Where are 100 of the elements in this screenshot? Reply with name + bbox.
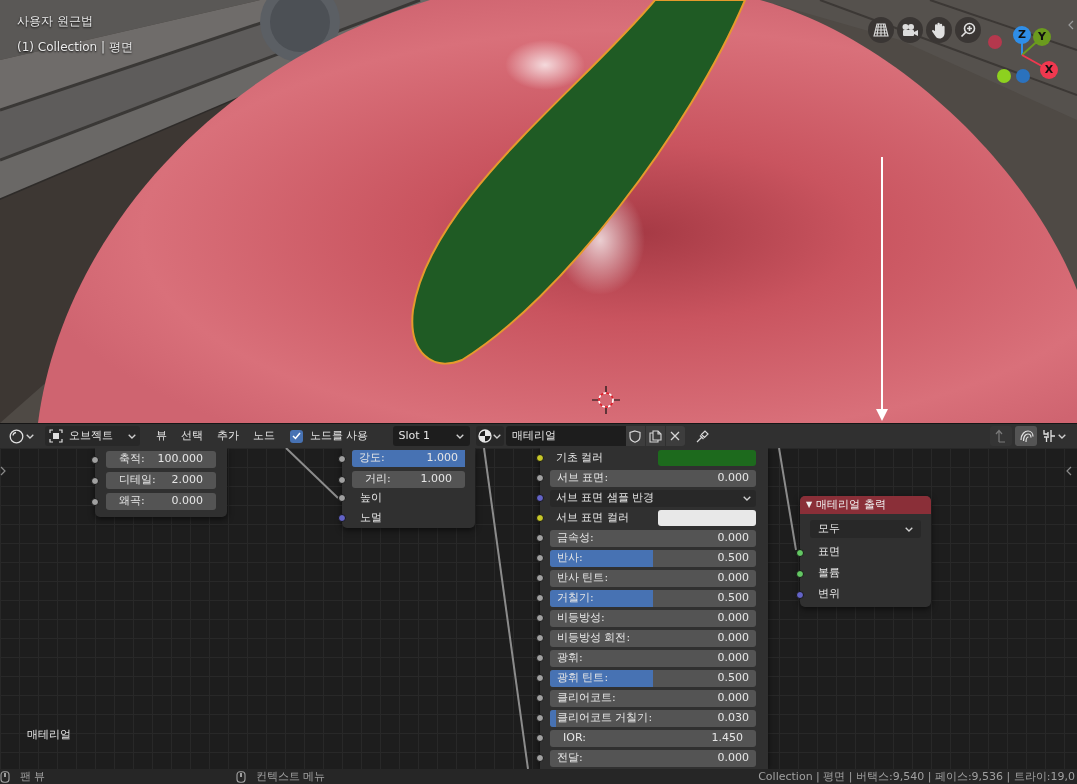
caret-icon — [493, 433, 501, 439]
field-label: 비등방성: — [557, 609, 605, 626]
socket-icon[interactable] — [338, 475, 346, 484]
socket-icon[interactable] — [91, 455, 99, 464]
dropdown[interactable]: 서브 표면 샘플 반경 — [550, 489, 756, 507]
view-name-label: 사용자 원근법 — [17, 13, 94, 30]
node-title: 매테리얼 출력 — [816, 496, 886, 513]
socket-icon[interactable] — [536, 454, 544, 462]
menu-item[interactable]: 뷰 — [149, 426, 174, 446]
menu-item[interactable]: 노드 — [246, 426, 282, 446]
factor-slider[interactable]: 전달: 0.000 — [550, 749, 756, 767]
caret-icon — [905, 526, 913, 532]
field-label: 반사: — [557, 549, 583, 566]
socket-icon[interactable] — [796, 569, 804, 578]
camera-icon — [901, 23, 919, 37]
factor-slider[interactable]: 거칠기: 0.500 — [550, 589, 756, 607]
socket-icon[interactable] — [536, 694, 544, 702]
mode-dropdown[interactable]: 오브젝트 — [45, 426, 140, 446]
socket-icon[interactable] — [536, 754, 544, 762]
field-value: 0.000 — [717, 649, 749, 666]
socket-icon[interactable] — [536, 534, 544, 542]
socket-icon[interactable] — [536, 574, 544, 582]
shaded-sphere-icon — [478, 429, 492, 443]
socket-label: 변위 — [817, 586, 840, 603]
field-label: 클리어코트: — [557, 689, 616, 706]
socket-icon[interactable] — [536, 674, 544, 682]
socket-icon[interactable] — [536, 514, 544, 522]
factor-slider[interactable]: 서브 표면: 0.000 — [550, 469, 756, 487]
caret-icon — [128, 433, 136, 439]
collapse-toggle[interactable]: ▼ — [806, 501, 813, 509]
socket-icon[interactable] — [91, 497, 99, 506]
socket-icon[interactable] — [338, 494, 346, 502]
number-field[interactable]: 축적: 100.000 — [106, 451, 216, 468]
menu-item[interactable]: 추가 — [210, 426, 246, 446]
number-field[interactable]: IOR: 1.450 — [550, 729, 756, 747]
field-value: 1.000 — [426, 450, 458, 467]
collection-label: (1) Collection | 평면 — [17, 39, 133, 56]
field-value: 2.000 — [171, 472, 203, 489]
factor-slider[interactable]: 클리어코트: 0.000 — [550, 689, 756, 707]
material-name-field[interactable]: 매테리얼 — [505, 426, 626, 446]
arrow-up-icon — [995, 429, 1007, 443]
scene-stats: Collection | 평면 | 버택스:9,540 | 페이스:9,536 | 트라이:19,0 — [758, 769, 1076, 784]
field-label: 광휘: — [557, 649, 583, 666]
caret-icon — [743, 495, 751, 501]
socket-icon[interactable] — [91, 476, 99, 485]
socket-icon[interactable] — [536, 474, 544, 482]
factor-slider[interactable]: 반사: 0.500 — [550, 549, 756, 567]
socket-label: 기초 컬러 — [555, 449, 605, 466]
socket-icon[interactable] — [338, 454, 346, 463]
socket-icon[interactable] — [536, 634, 544, 642]
caret-icon — [26, 433, 34, 439]
target-dropdown[interactable]: 모두 — [810, 520, 921, 538]
factor-slider[interactable]: 비등방성 회전: 0.000 — [550, 629, 756, 647]
socket-label: 높이 — [359, 489, 382, 506]
overlay-button[interactable] — [1015, 426, 1037, 446]
factor-slider[interactable]: 반사 틴트: 0.000 — [550, 569, 756, 587]
chevron-right-icon[interactable] — [0, 466, 6, 476]
menu-item[interactable]: 선택 — [174, 426, 210, 446]
field-value: 0.000 — [717, 689, 749, 706]
mouse-icon — [0, 770, 10, 783]
field-value: 0.000 — [717, 569, 749, 586]
factor-slider[interactable]: 광휘: 0.000 — [550, 649, 756, 667]
chevron-left-icon[interactable] — [1066, 466, 1072, 476]
factor-slider[interactable]: 비등방성: 0.000 — [550, 609, 756, 627]
field-value: 0.000 — [717, 529, 749, 546]
caret-icon — [455, 433, 464, 439]
socket-icon[interactable] — [536, 554, 544, 562]
socket-icon[interactable] — [536, 734, 544, 742]
socket-icon[interactable] — [796, 548, 804, 557]
node-link — [285, 448, 339, 499]
unlink-button[interactable] — [665, 426, 685, 446]
field-value: 1.000 — [420, 471, 452, 488]
checkbox-label[interactable]: 노드를 사용 — [310, 427, 369, 445]
duplicate-button[interactable] — [645, 426, 665, 446]
mouse-icon — [236, 770, 246, 783]
factor-slider[interactable]: 금속성: 0.000 — [550, 529, 756, 547]
use-nodes-checkbox[interactable] — [290, 429, 303, 443]
factor-slider[interactable]: 광휘 틴트: 0.500 — [550, 669, 756, 687]
material-browse-button[interactable] — [475, 426, 504, 446]
socket-icon[interactable] — [536, 714, 544, 722]
socket-icon[interactable] — [536, 614, 544, 622]
number-field[interactable]: 디테일: 2.000 — [106, 472, 216, 489]
field-value: 0.500 — [717, 549, 749, 566]
field-label: 축적: — [119, 451, 145, 468]
number-field[interactable]: 거리: 1.000 — [352, 471, 465, 488]
field-label: 강도: — [359, 450, 385, 467]
number-field[interactable]: 왜곡: 0.000 — [106, 493, 216, 510]
color-swatch[interactable] — [658, 510, 756, 526]
socket-label: 서브 표면 컬러 — [555, 509, 630, 526]
parent-node-button[interactable] — [990, 426, 1012, 446]
socket-icon[interactable] — [536, 594, 544, 602]
factor-slider[interactable]: 강도: 1.000 — [352, 450, 465, 467]
socket-icon[interactable] — [536, 654, 544, 662]
check-icon — [292, 432, 301, 440]
node-header[interactable]: ▼ 매테리얼 출력 — [800, 496, 931, 514]
color-swatch[interactable] — [658, 450, 756, 466]
node-canvas[interactable] — [0, 448, 1077, 769]
chevron-left-icon[interactable] — [1068, 20, 1074, 30]
factor-slider[interactable]: 클리어코트 거칠기: 0.030 — [550, 709, 756, 727]
slot-dropdown[interactable]: Slot 1 — [392, 426, 470, 446]
